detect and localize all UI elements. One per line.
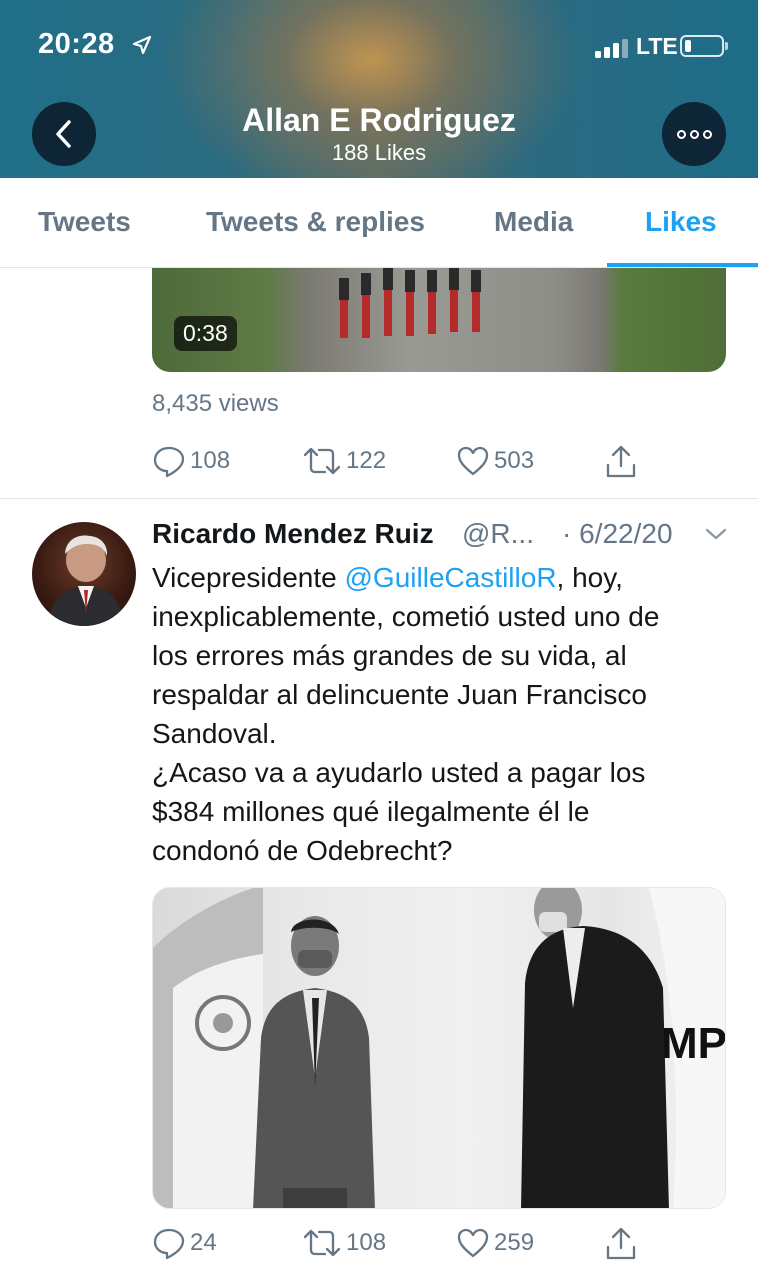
reply-button[interactable]: 108 (152, 444, 230, 478)
profile-name: Allan E Rodriguez (242, 102, 516, 138)
retweet-count: 122 (346, 447, 387, 474)
heart-icon (457, 446, 489, 476)
tweet-text-line: inexplicablemente, cometió usted uno de (152, 601, 660, 632)
profile-tabs: Tweets Tweets & replies Media Likes (0, 178, 758, 268)
tab-tweets-replies[interactable]: Tweets & replies (206, 206, 425, 238)
tab-tweets[interactable]: Tweets (38, 206, 131, 238)
tab-likes[interactable]: Likes (645, 206, 717, 238)
more-options-button[interactable] (662, 102, 726, 166)
retweet-icon (303, 1229, 341, 1257)
avatar[interactable] (32, 522, 136, 626)
reply-icon (153, 446, 185, 478)
tweet-date: · 6/22/20 (562, 518, 673, 549)
tweet-text-line: los errores más grandes de su vida, al (152, 640, 627, 671)
parade-image (339, 268, 481, 338)
mention-link[interactable]: @GuilleCastilloR (345, 562, 557, 593)
heart-icon (457, 1228, 489, 1258)
battery-icon (680, 35, 724, 57)
chevron-down-icon[interactable] (704, 526, 728, 542)
retweet-button[interactable]: 108 (302, 1226, 386, 1260)
tweet-photo[interactable]: MP (152, 887, 726, 1209)
share-icon (606, 445, 636, 478)
view-count: 8,435 views (152, 390, 279, 417)
author-name[interactable]: Ricardo Mendez Ruiz (152, 518, 434, 550)
svg-text:MP: MP (661, 1019, 726, 1068)
video-duration: 0:38 (174, 316, 237, 351)
share-button[interactable] (604, 444, 638, 480)
tweet-text-line: respaldar al delincuente Juan Francisco (152, 679, 647, 710)
profile-header: 20:28 LTE Allan E Rodriguez 188 Likes (0, 0, 758, 178)
tweet-header: Ricardo Mendez Ruiz @R... · 6/22/20 (152, 518, 732, 558)
tweet-text-line: ¿Acaso va a ayudarlo usted a pagar los (152, 757, 646, 788)
like-button[interactable]: 259 (456, 1226, 534, 1260)
reply-icon (153, 1228, 185, 1260)
like-count: 503 (494, 447, 535, 474)
reply-count: 108 (190, 447, 231, 474)
location-arrow-icon (132, 35, 152, 55)
signal-icon (595, 38, 631, 58)
tab-media[interactable]: Media (494, 206, 573, 238)
retweet-button[interactable]: 122 (302, 444, 386, 478)
network-label: LTE (636, 33, 678, 59)
battery-tip (725, 42, 728, 50)
tweet-divider (0, 498, 758, 499)
likes-count: 188 Likes (331, 140, 427, 165)
like-count: 259 (494, 1229, 535, 1256)
status-time: 20:28 (38, 28, 115, 60)
avatar-image (48, 535, 124, 626)
retweet-icon (303, 447, 341, 475)
author-handle[interactable]: @R... (462, 518, 534, 550)
tweet-text: Vicepresidente @GuilleCastilloR, hoy, in… (152, 558, 742, 870)
tweet-text-line: $384 millones qué ilegalmente él le (152, 796, 590, 827)
photo-image: MP (153, 888, 726, 1208)
tweet-text-line: condonó de Odebrecht? (152, 835, 453, 866)
more-icon (676, 129, 712, 139)
tweet-actions: 108 122 503 (152, 444, 652, 480)
share-icon (606, 1227, 636, 1260)
share-button[interactable] (604, 1226, 638, 1262)
video-thumbnail[interactable]: 0:38 (152, 268, 726, 372)
like-button[interactable]: 503 (456, 444, 534, 478)
reply-count: 24 (190, 1229, 217, 1256)
reply-button[interactable]: 24 (152, 1226, 217, 1260)
tweet-text-part: , hoy, (556, 562, 623, 593)
tweet-text-line: Sandoval. (152, 718, 277, 749)
retweet-count: 108 (346, 1229, 387, 1256)
tweet-text-part: Vicepresidente (152, 562, 345, 593)
active-tab-indicator (607, 263, 758, 267)
tweet-actions: 24 108 259 (152, 1226, 652, 1262)
